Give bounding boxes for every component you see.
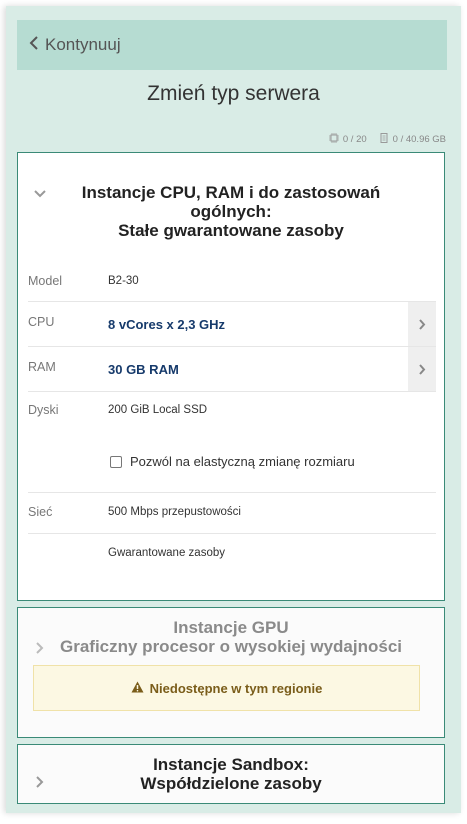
gpu-card-title-line2: Graficzny procesor o wysokiej wydajności [59, 637, 402, 656]
sandbox-card-title-line2: Współdzielone zasoby [140, 774, 322, 793]
guarantee-row: Gwarantowane zasoby [28, 546, 436, 570]
sandbox-instances-card[interactable]: Instancje Sandbox: Współdzielone zasoby [17, 744, 445, 804]
elastic-resize-option[interactable]: Pozwól na elastyczną zmianę rozmiaru [110, 454, 355, 469]
sandbox-card-title[interactable]: Instancje Sandbox: Współdzielone zasoby [18, 755, 444, 793]
ram-value: 30 GB RAM [108, 362, 179, 377]
quota-summary: 0 / 20 0 / 40.96 GB [328, 133, 446, 146]
ram-row[interactable]: RAM 30 GB RAM [28, 346, 436, 392]
disks-row: Dyski 200 GiB Local SSD [28, 403, 436, 433]
divider [28, 533, 436, 534]
general-card-title-line3: Stałe gwarantowane zasoby [118, 221, 344, 240]
gpu-card-title: Instancje GPU Graficzny procesor o wysok… [18, 618, 444, 656]
cpu-label: CPU [28, 315, 55, 329]
network-value: 500 Mbps przepustowości [108, 506, 241, 518]
cpu-row[interactable]: CPU 8 vCores x 2,3 GHz [28, 301, 436, 346]
cpu-chip-icon [328, 133, 339, 146]
instance-quota-value: 0 / 20 [342, 134, 367, 145]
model-label: Model [28, 274, 63, 288]
chevron-right-icon [419, 318, 426, 330]
disks-label: Dyski [28, 403, 59, 417]
guarantee-value: Gwarantowane zasoby [108, 547, 225, 559]
side-panel: Kontynuuj Zmień typ serwera 0 / 20 0 / 4… [6, 6, 461, 813]
back-button[interactable]: Kontynuuj [29, 32, 121, 58]
ram-select-button[interactable] [408, 347, 436, 391]
page-title: Zmień typ serwera [147, 82, 320, 105]
warning-icon [131, 681, 144, 696]
gpu-card-title-line1: Instancje GPU [173, 618, 289, 637]
cpu-value: 8 vCores x 2,3 GHz [108, 317, 226, 332]
panel-topbar: Kontynuuj [17, 20, 447, 70]
back-button-label: Kontynuuj [45, 35, 121, 54]
ram-label: RAM [28, 360, 56, 374]
model-row: Model B2-30 [28, 271, 436, 301]
divider [28, 492, 436, 493]
storage-icon [379, 133, 389, 146]
gpu-instances-card: Instancje GPU Graficzny procesor o wysok… [17, 607, 445, 738]
instance-quota: 0 / 20 [328, 133, 367, 146]
sandbox-card-title-line1: Instancje Sandbox: [153, 755, 309, 774]
disks-value: 200 GiB Local SSD [108, 404, 208, 416]
storage-quota: 0 / 40.96 GB [379, 133, 446, 146]
network-label: Sieć [28, 505, 53, 519]
unavailable-warning: Niedostępne w tym regionie [33, 665, 420, 711]
general-card-title[interactable]: Instancje CPU, RAM i do zastosowań ogóln… [18, 183, 444, 240]
elastic-resize-checkbox[interactable] [110, 455, 122, 468]
general-card-title-line2: ogólnych: [190, 202, 272, 221]
general-card-title-line1: Instancje CPU, RAM i do zastosowań [81, 183, 381, 202]
model-value: B2-30 [108, 275, 139, 287]
chevron-left-icon [29, 35, 39, 55]
elastic-resize-label: Pozwól na elastyczną zmianę rozmiaru [130, 454, 355, 469]
network-row: Sieć 500 Mbps przepustowości [28, 505, 436, 533]
warning-text: Niedostępne w tym regionie [149, 680, 323, 696]
cpu-select-button[interactable] [408, 302, 436, 346]
storage-quota-value: 0 / 40.96 GB [392, 134, 446, 145]
chevron-right-icon [419, 363, 426, 375]
general-instances-card: Instancje CPU, RAM i do zastosowań ogóln… [17, 152, 445, 601]
